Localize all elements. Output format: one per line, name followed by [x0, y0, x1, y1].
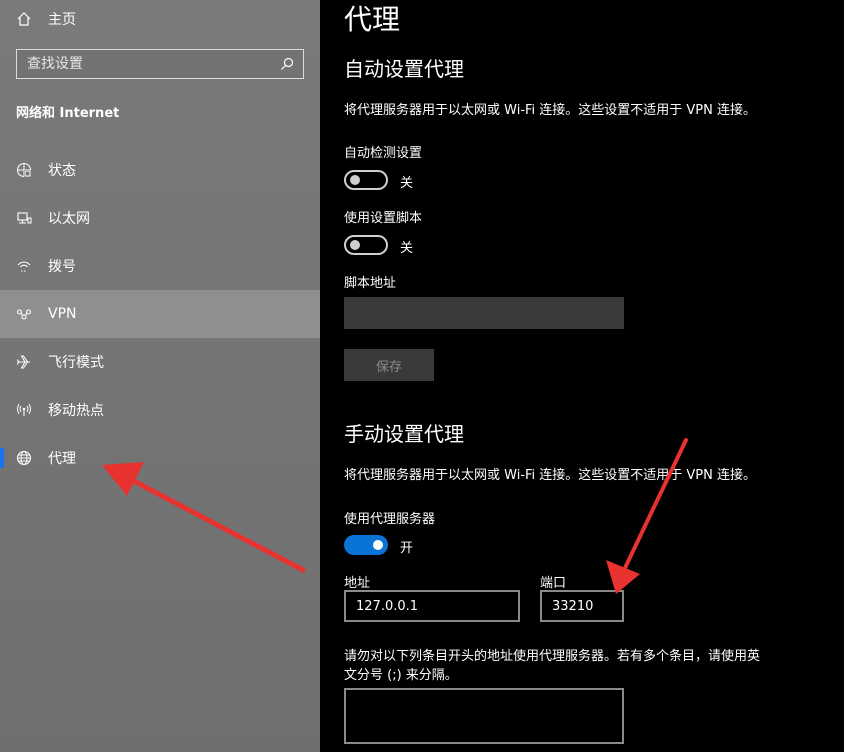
use-script-label: 使用设置脚本	[344, 211, 423, 226]
sidebar-item-proxy[interactable]: 代理	[0, 434, 320, 482]
exceptions-textarea[interactable]	[344, 688, 624, 744]
use-script-toggle[interactable]	[344, 235, 388, 255]
auto-detect-label: 自动检测设置	[344, 146, 423, 161]
sidebar-item-vpn[interactable]: VPN	[0, 290, 320, 338]
status-icon	[16, 162, 32, 178]
toggle-knob	[350, 240, 360, 250]
auto-proxy-description: 将代理服务器用于以太网或 Wi-Fi 连接。这些设置不适用于 VPN 连接。	[344, 103, 757, 118]
sidebar-item-dialup[interactable]: 拨号	[0, 242, 320, 290]
address-input[interactable]: 127.0.0.1	[344, 590, 520, 622]
use-proxy-label: 使用代理服务器	[344, 512, 436, 527]
nav-home[interactable]: 主页	[16, 8, 76, 30]
script-address-input[interactable]	[344, 297, 624, 329]
sidebar-item-label: 移动热点	[48, 403, 104, 419]
sidebar-item-airplane[interactable]: 飞行模式	[0, 338, 320, 386]
search-input[interactable]	[27, 56, 279, 72]
sidebar-item-label: 以太网	[48, 211, 90, 227]
use-script-state: 关	[400, 241, 414, 256]
sidebar-item-label: 状态	[48, 163, 76, 179]
script-address-label: 脚本地址	[344, 276, 397, 291]
sidebar-item-label: 飞行模式	[48, 355, 104, 371]
sidebar-item-ethernet[interactable]: 以太网	[0, 194, 320, 242]
port-label: 端口	[540, 576, 567, 591]
main-panel: 代理 自动设置代理 将代理服务器用于以太网或 Wi-Fi 连接。这些设置不适用于…	[320, 0, 844, 752]
ethernet-icon	[16, 210, 32, 226]
manual-proxy-heading: 手动设置代理	[344, 422, 464, 446]
sidebar-item-label: 拨号	[48, 259, 76, 275]
sidebar-item-hotspot[interactable]: 移动热点	[0, 386, 320, 434]
vpn-icon	[16, 306, 32, 322]
selected-indicator	[0, 448, 4, 468]
auto-detect-toggle[interactable]	[344, 170, 388, 190]
exceptions-note-line1: 请勿对以下列条目开头的地址使用代理服务器。若有多个条目，请使用英	[344, 649, 761, 664]
auto-detect-state: 关	[400, 176, 414, 191]
toggle-knob	[373, 540, 383, 550]
page-title: 代理	[344, 3, 401, 36]
airplane-icon	[16, 354, 32, 370]
toggle-knob	[350, 175, 360, 185]
auto-proxy-heading: 自动设置代理	[344, 57, 464, 81]
use-proxy-toggle[interactable]	[344, 535, 388, 555]
manual-proxy-description: 将代理服务器用于以太网或 Wi-Fi 连接。这些设置不适用于 VPN 连接。	[344, 468, 757, 483]
port-input[interactable]: 33210	[540, 590, 624, 622]
globe-icon	[16, 450, 32, 466]
sidebar-item-status[interactable]: 状态	[0, 146, 320, 194]
search-icon[interactable]	[279, 56, 295, 72]
address-label: 地址	[344, 576, 371, 591]
section-title: 网络和 Internet	[16, 106, 120, 121]
exceptions-note-line2: 文分号 (;) 来分隔。	[344, 668, 458, 683]
save-button[interactable]: 保存	[344, 349, 434, 381]
home-label: 主页	[48, 12, 76, 28]
hotspot-icon	[16, 402, 32, 418]
sidebar-item-label: VPN	[48, 306, 77, 322]
search-box[interactable]	[16, 49, 304, 79]
use-proxy-state: 开	[400, 541, 414, 556]
dialup-icon	[16, 258, 32, 274]
sidebar-item-label: 代理	[48, 451, 76, 467]
home-icon	[16, 11, 32, 27]
sidebar: 主页 网络和 Internet 状态 以太网 拨号 VPN	[0, 0, 320, 752]
